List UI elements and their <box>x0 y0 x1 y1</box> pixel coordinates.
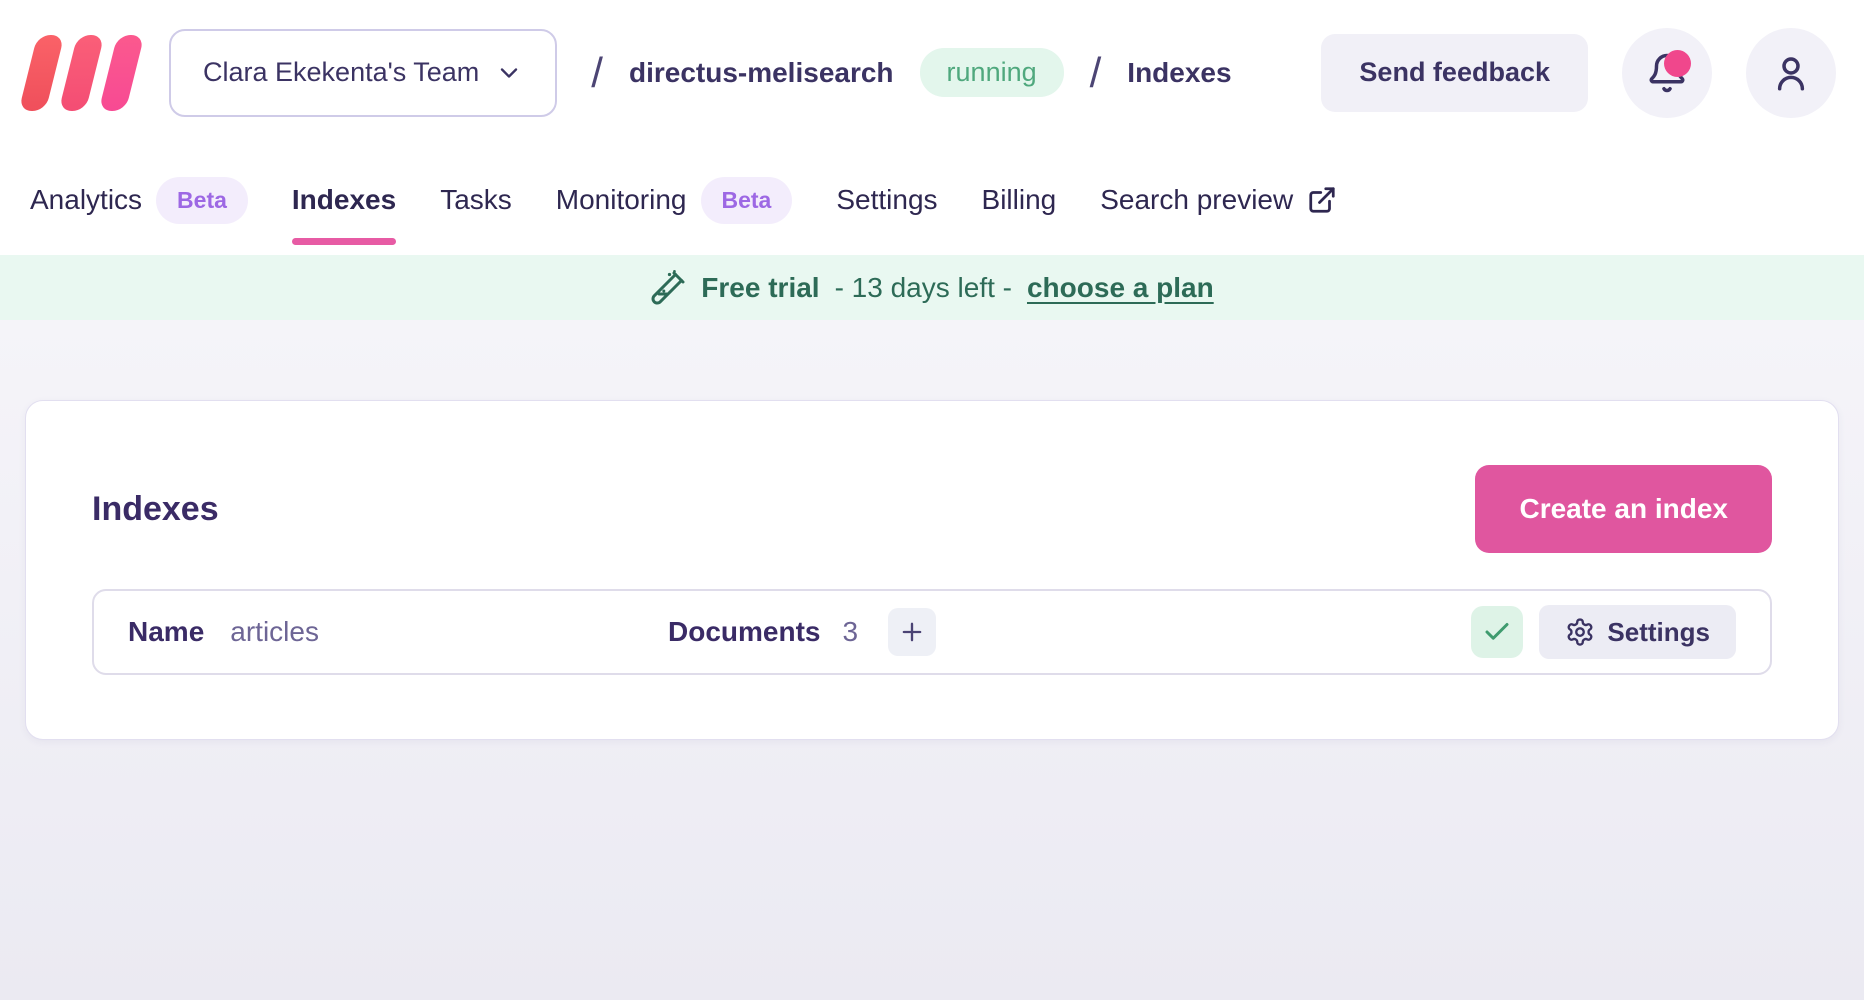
index-status-badge <box>1471 606 1523 658</box>
notifications-button[interactable] <box>1622 28 1712 118</box>
breadcrumb-current-page: Indexes <box>1127 57 1231 89</box>
tab-monitoring[interactable]: Monitoring Beta <box>556 145 793 255</box>
documents-count: 3 <box>842 616 858 648</box>
index-name-cell: Name articles <box>128 616 668 648</box>
chevron-down-icon <box>495 59 523 87</box>
logo-stripe <box>19 35 65 111</box>
tab-label: Analytics <box>30 184 142 216</box>
tab-indexes[interactable]: Indexes <box>292 145 396 255</box>
logo-stripe <box>99 35 145 111</box>
breadcrumb-separator: / <box>1090 52 1102 94</box>
create-index-button[interactable]: Create an index <box>1475 465 1772 553</box>
index-documents-cell: Documents 3 <box>668 608 936 656</box>
indexes-card: Indexes Create an index Name articles Do… <box>25 400 1839 740</box>
user-icon <box>1770 52 1812 94</box>
external-link-icon <box>1307 185 1337 215</box>
index-row: Name articles Documents 3 <box>92 589 1772 675</box>
beta-badge: Beta <box>156 177 248 224</box>
notification-dot <box>1664 50 1691 77</box>
main-content: Indexes Create an index Name articles Do… <box>0 320 1864 1000</box>
choose-plan-link[interactable]: choose a plan <box>1027 272 1214 304</box>
top-header: Clara Ekekenta's Team / directus-melisea… <box>0 0 1864 145</box>
breadcrumb-project[interactable]: directus-melisearch <box>629 57 894 89</box>
plus-icon <box>898 618 926 646</box>
team-selector-label: Clara Ekekenta's Team <box>203 57 479 88</box>
settings-button-label: Settings <box>1607 617 1710 648</box>
add-documents-button[interactable] <box>888 608 936 656</box>
meilisearch-logo-icon <box>28 35 135 111</box>
breadcrumb: / directus-melisearch running / Indexes <box>591 48 1231 97</box>
trial-title: Free trial <box>701 272 819 304</box>
tab-tasks[interactable]: Tasks <box>440 145 512 255</box>
project-nav-tabs: Analytics Beta Indexes Tasks Monitoring … <box>0 145 1864 255</box>
page-title: Indexes <box>92 490 219 529</box>
tab-label: Tasks <box>440 184 512 216</box>
check-icon <box>1482 617 1512 647</box>
tab-analytics[interactable]: Analytics Beta <box>30 145 248 255</box>
project-status-badge: running <box>920 48 1064 97</box>
tab-settings[interactable]: Settings <box>836 145 937 255</box>
account-button[interactable] <box>1746 28 1836 118</box>
beta-badge: Beta <box>701 177 793 224</box>
breadcrumb-separator: / <box>591 52 603 94</box>
team-selector-dropdown[interactable]: Clara Ekekenta's Team <box>169 29 557 117</box>
indexes-card-header: Indexes Create an index <box>92 401 1772 553</box>
documents-label: Documents <box>668 616 820 648</box>
tab-label: Monitoring <box>556 184 687 216</box>
tab-label: Indexes <box>292 184 396 216</box>
test-tube-icon <box>650 270 686 306</box>
index-settings-button[interactable]: Settings <box>1539 605 1736 659</box>
index-row-actions: Settings <box>1471 605 1736 659</box>
index-name-value: articles <box>230 616 319 648</box>
name-label: Name <box>128 616 204 648</box>
trial-days-left: - 13 days left - <box>835 272 1012 304</box>
tab-label: Settings <box>836 184 937 216</box>
logo-stripe <box>59 35 105 111</box>
tab-label: Billing <box>982 184 1057 216</box>
free-trial-banner: Free trial - 13 days left - choose a pla… <box>0 255 1864 320</box>
send-feedback-button[interactable]: Send feedback <box>1321 34 1588 112</box>
gear-icon <box>1565 617 1595 647</box>
tab-billing[interactable]: Billing <box>982 145 1057 255</box>
tab-label: Search preview <box>1100 184 1293 216</box>
tab-search-preview[interactable]: Search preview <box>1100 145 1337 255</box>
